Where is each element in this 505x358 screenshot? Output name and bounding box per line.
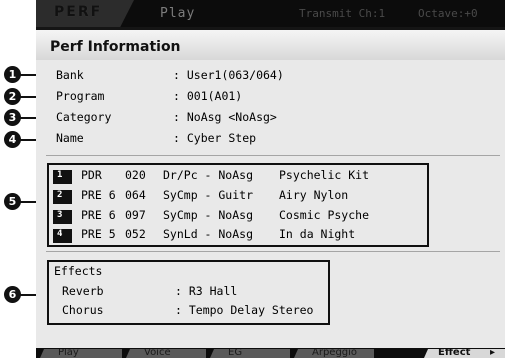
screen-title: Play [160,6,196,21]
reverb-value: : R3 Hall [175,284,238,298]
part-bank: PDR [81,168,102,182]
tab-play[interactable]: Play [40,349,122,358]
panel-title: Perf Information [50,39,181,55]
mode-tab[interactable]: PERF [36,0,134,27]
category-value: : NoAsg <NoAsg> [173,110,277,124]
part-category: Dr/Pc - NoAsg [163,168,254,182]
part-category: SynLd - NoAsg [163,227,254,241]
right-arrow-icon: ▸ [490,347,496,358]
effects-heading: Effects [54,264,103,278]
mode-label: PERF [54,4,103,20]
part-bank: PRE 6 [81,208,116,222]
part-number-badge: 2 [53,190,72,204]
part-voice: Cosmic Psyche [279,208,370,222]
part-number-badge: 4 [53,229,72,243]
bank-value: : User1(063/064) [173,68,284,82]
callout-3: 3 [4,109,21,126]
callout-4: 4 [4,131,21,148]
transmit-channel: Transmit Ch:1 [299,7,386,20]
perf-information-panel: Perf Information Bank : User1(063/064) P… [36,30,505,348]
instrument-screen: PERF Play Transmit Ch:1 Octave:+0 Perf I… [36,0,505,358]
chorus-value: : Tempo Delay Stereo [175,303,314,317]
parts-box: 1 PDR 020 Dr/Pc - NoAsg Psychelic Kit 2 … [47,163,429,247]
name-label: Name [56,131,84,145]
part-voice: In da Night [279,227,356,241]
part-number: 097 [125,208,146,222]
part-number: 020 [125,168,146,182]
part-category: SyCmp - Guitr [163,188,254,202]
header-bar: PERF Play Transmit Ch:1 Octave:+0 [36,0,505,27]
divider-bottom [46,251,500,252]
chorus-label: Chorus [62,303,104,317]
part-voice: Psychelic Kit [279,168,370,182]
tab-arpeggio[interactable]: Arpeggio [294,349,374,358]
part-number-badge: 1 [53,170,72,184]
part-bank: PRE 5 [81,227,116,241]
part-bank: PRE 6 [81,188,116,202]
tab-voice[interactable]: Voice [126,349,206,358]
panel-header: Perf Information [36,30,505,60]
part-voice: Airy Nylon [279,188,349,202]
reverb-label: Reverb [62,284,104,298]
callout-6: 6 [4,286,21,303]
program-label: Program [56,89,105,103]
category-label: Category [56,110,112,124]
divider-top [46,155,500,156]
callout-5: 5 [4,193,21,210]
tab-effect[interactable]: Effect ▸ [424,349,505,358]
tab-eg[interactable]: EG [210,349,290,358]
part-number: 052 [125,227,146,241]
effects-box: Effects Reverb : R3 Hall Chorus : Tempo … [47,260,330,325]
part-number: 064 [125,188,146,202]
callout-2: 2 [4,88,21,105]
bank-label: Bank [56,68,84,82]
part-number-badge: 3 [53,210,72,224]
octave-indicator: Octave:+0 [418,7,478,20]
part-category: SyCmp - NoAsg [163,208,254,222]
name-value: : Cyber Step [173,131,257,145]
program-value: : 001(A01) [173,89,243,103]
bottom-tab-bar: Play Voice EG Arpeggio Effect ▸ [36,348,505,358]
callout-1: 1 [4,66,21,83]
